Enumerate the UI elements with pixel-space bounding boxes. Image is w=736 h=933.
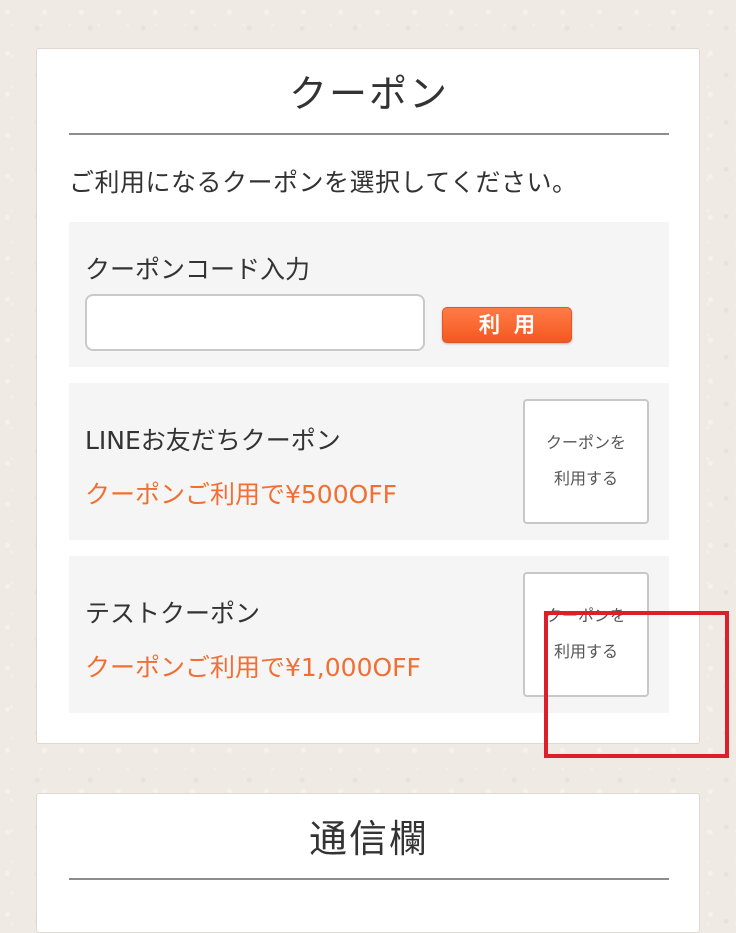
use-coupon-button-line1: クーポンを (545, 433, 626, 452)
coupon-instruction: ご利用になるクーポンを選択してください。 (69, 168, 578, 197)
coupon-panel: クーポン ご利用になるクーポンを選択してください。 クーポンコード入力 利用 L… (36, 48, 729, 758)
coupon-name: LINEお友だちクーポン (85, 426, 341, 455)
use-coupon-button-line-friends[interactable]: クーポンを 利用する (523, 399, 649, 524)
coupon-discount: クーポンご利用で¥500OFF (85, 480, 398, 509)
coupon-code-section: クーポンコード入力 利用 (69, 222, 669, 367)
coupon-code-apply-button[interactable]: 利用 (442, 307, 572, 343)
coupon-discount: クーポンご利用で¥1,000OFF (85, 653, 421, 682)
coupon-item-test: テストクーポン クーポンご利用で¥1,000OFF クーポンを 利用する (69, 556, 729, 758)
coupon-code-label: クーポンコード入力 (85, 255, 311, 284)
message-section-title: 通信欄 (69, 794, 669, 880)
message-panel: 通信欄 (36, 793, 700, 933)
coupon-code-input[interactable] (85, 294, 425, 351)
use-coupon-button-line2: 利用する (553, 469, 618, 488)
coupon-section-title: クーポン (69, 49, 669, 135)
coupon-name: テストクーポン (85, 599, 261, 628)
use-coupon-button-line2: 利用する (553, 642, 618, 661)
coupon-item-line-friends: LINEお友だちクーポン クーポンご利用で¥500OFF クーポンを 利用する (69, 383, 669, 540)
use-coupon-button-line1: クーポンを (545, 606, 626, 625)
use-coupon-button-test[interactable]: クーポンを 利用する (523, 572, 649, 697)
